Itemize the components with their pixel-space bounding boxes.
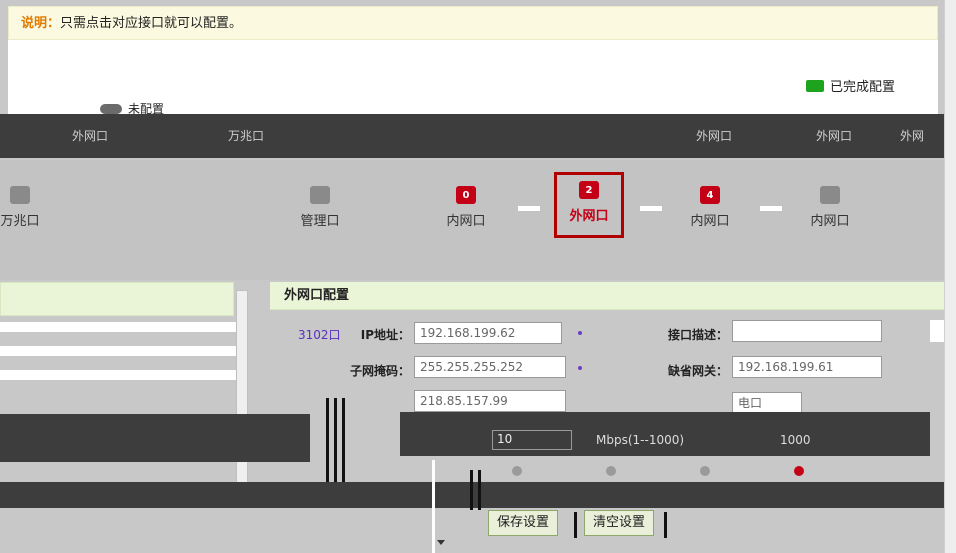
port-type-select[interactable]: 电口 bbox=[732, 392, 802, 414]
required-dot bbox=[578, 366, 582, 370]
strip-port-2[interactable]: 万兆口 bbox=[186, 114, 306, 158]
port-lan-4[interactable]: 4 内网口 bbox=[672, 186, 748, 229]
port-lan-0[interactable]: 0 内网口 bbox=[428, 186, 504, 229]
strip-port-1[interactable]: 外网口 bbox=[30, 114, 150, 158]
divider bbox=[574, 512, 577, 538]
port-label: 内网口 bbox=[446, 214, 486, 229]
divider bbox=[664, 512, 667, 538]
required-dot bbox=[578, 331, 582, 335]
ip-address-input[interactable]: 192.168.199.62 bbox=[414, 322, 562, 344]
save-button[interactable]: 保存设置 bbox=[488, 510, 559, 536]
link-dash bbox=[640, 206, 662, 211]
link-dash bbox=[760, 206, 782, 211]
left-dark-block bbox=[0, 414, 310, 462]
bottom-band bbox=[0, 508, 944, 553]
config-title: 外网口配置 bbox=[270, 282, 944, 310]
info-text: 只需点击对应接口就可以配置。 bbox=[60, 16, 243, 31]
port-icon: 4 bbox=[700, 186, 720, 204]
port-icon bbox=[820, 186, 840, 204]
port-label: 内网口 bbox=[690, 214, 730, 229]
port-mgmt[interactable]: 管理口 bbox=[282, 186, 358, 229]
link-dash bbox=[518, 206, 540, 211]
left-row bbox=[0, 346, 236, 356]
port-label: 外网口 bbox=[569, 209, 609, 224]
clear-button[interactable]: 清空设置 bbox=[584, 510, 655, 536]
divider bbox=[342, 398, 345, 482]
duplex-radio-1[interactable] bbox=[512, 466, 522, 476]
gateway-label: 缺省网关： bbox=[667, 364, 728, 378]
divider bbox=[478, 470, 481, 510]
page-scrollbar[interactable] bbox=[944, 0, 956, 553]
port-prefix: 3102口 bbox=[298, 328, 341, 342]
strip-port-4[interactable]: 外网口 bbox=[774, 114, 894, 158]
done-swatch-icon bbox=[806, 79, 824, 92]
speed-input[interactable]: 10 bbox=[492, 430, 572, 450]
port-label: 管理口 bbox=[300, 214, 340, 229]
speed-hint: Mbps(1--1000) bbox=[596, 433, 685, 447]
netmask-input[interactable]: 255.255.255.252 bbox=[414, 356, 566, 378]
duplex-radio-2[interactable] bbox=[606, 466, 616, 476]
ip-label: IP地址： bbox=[360, 328, 410, 342]
strip-port-3[interactable]: 外网口 bbox=[654, 114, 774, 158]
port-10g[interactable]: 万兆口 bbox=[0, 186, 58, 229]
gateway-input[interactable]: 192.168.199.61 bbox=[732, 356, 882, 378]
dns-input[interactable]: 218.85.157.99 bbox=[414, 390, 566, 412]
port-icon bbox=[310, 186, 330, 204]
port-icon: 0 bbox=[456, 186, 476, 204]
divider bbox=[470, 470, 473, 510]
interface-desc-label: 接口描述： bbox=[667, 328, 728, 342]
legend-done-label: 已完成配置 bbox=[830, 80, 896, 95]
legend-done: 已完成配置 bbox=[806, 76, 895, 95]
port-label: 内网口 bbox=[810, 214, 850, 229]
edge-field bbox=[930, 320, 944, 342]
interface-desc-input[interactable] bbox=[732, 320, 882, 342]
divider bbox=[326, 398, 329, 482]
duplex-radio-4-selected[interactable] bbox=[794, 466, 804, 476]
strip-port-5[interactable]: 外网 bbox=[880, 114, 944, 158]
port-icon: 2 bbox=[579, 181, 599, 199]
config-left-header bbox=[0, 282, 234, 316]
divider bbox=[334, 398, 337, 482]
speed-max: 1000 bbox=[780, 433, 811, 447]
info-bar: 说明：只需点击对应接口就可以配置。 bbox=[8, 6, 938, 40]
netmask-label: 子网掩码： bbox=[349, 364, 410, 378]
left-row bbox=[0, 370, 236, 380]
port-icon bbox=[10, 186, 30, 204]
info-tag: 说明： bbox=[21, 16, 61, 31]
port-lan-5[interactable]: 内网口 bbox=[792, 186, 868, 229]
duplex-radio-3[interactable] bbox=[700, 466, 710, 476]
port-label: 万兆口 bbox=[0, 214, 40, 229]
chevron-down-icon[interactable] bbox=[437, 540, 445, 545]
port-wan-2-selected[interactable]: 2 外网口 bbox=[554, 172, 624, 238]
white-divider bbox=[432, 460, 435, 553]
left-row bbox=[0, 322, 236, 332]
todo-swatch-icon bbox=[100, 103, 122, 114]
